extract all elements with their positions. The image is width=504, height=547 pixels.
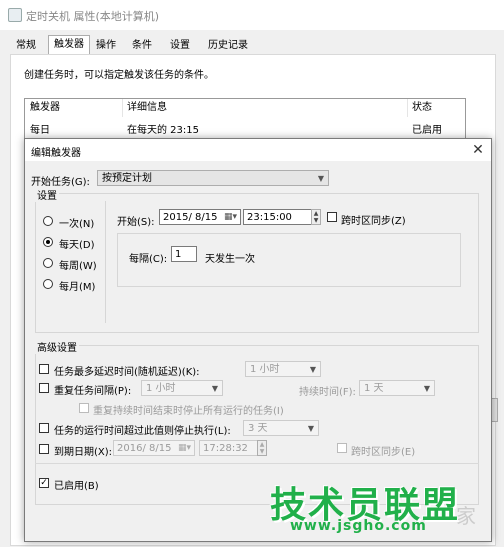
task-scheduler-icon (8, 8, 22, 22)
start-date-value: 2015/ 8/15 (163, 212, 218, 223)
repeat-checkbox[interactable] (39, 383, 49, 393)
expire-time-field[interactable]: 17:28:32 (199, 440, 263, 456)
dialog-titlebar: 编辑触发器 ✕ (25, 139, 491, 161)
watermark-url: www.jsgho.com (290, 518, 427, 534)
column-header-details[interactable]: 详细信息 (122, 99, 408, 117)
start-label: 开始(S): (117, 217, 155, 228)
radio-button-selected[interactable] (43, 237, 53, 247)
duration-value: 1 天 (364, 383, 384, 394)
sync-timezone-label: 跨时区同步(Z) (341, 216, 406, 227)
expire-date-picker[interactable]: 2016/ 8/15 ▦▾ (113, 440, 195, 456)
table-cell-details[interactable]: 在每天的 23:15 (122, 121, 199, 136)
expire-date-value: 2016/ 8/15 (117, 443, 172, 454)
time-stepper[interactable]: ▲ ▼ (257, 440, 267, 456)
tab-conditions[interactable]: 条件 (126, 36, 158, 55)
expire-checkbox[interactable] (39, 444, 49, 454)
chevron-down-icon: ▼ (317, 174, 324, 183)
delay-checkbox[interactable] (39, 364, 49, 374)
duration-dropdown[interactable]: 1 天 ▼ (359, 380, 435, 396)
column-header-status[interactable]: 状态 (407, 99, 464, 117)
tab-triggers[interactable]: 触发器 (48, 35, 90, 54)
divider (105, 201, 106, 323)
expire-sync-checkbox[interactable] (337, 443, 347, 453)
repeat-interval-dropdown[interactable]: 1 小时 ▼ (141, 380, 223, 396)
delay-label: 任务最多延迟时间(随机延迟)(K): (54, 367, 200, 378)
start-date-picker[interactable]: 2015/ 8/15 ▦▾ (159, 209, 241, 225)
settings-legend: 设置 (35, 187, 59, 202)
calendar-icon[interactable]: ▦▾ (178, 441, 191, 456)
table-cell-trigger[interactable]: 每日 (25, 121, 50, 136)
calendar-icon[interactable]: ▦▾ (224, 210, 237, 225)
dialog-title: 编辑触发器 (31, 148, 81, 159)
radio-once-label: 一次(N) (59, 219, 95, 230)
duration-label: 持续时间(F): (299, 387, 356, 398)
time-stepper[interactable]: ▲ ▼ (311, 209, 321, 225)
watermark-tail: 家 (456, 504, 476, 528)
begin-task-value: 按预定计划 (102, 173, 152, 184)
tab-strip: 常规 触发器 操作 条件 设置 历史记录 (10, 35, 310, 55)
start-time-field[interactable]: 23:15:00 (243, 209, 319, 225)
tab-actions[interactable]: 操作 (90, 36, 122, 55)
enabled-checkbox[interactable]: ✓ (39, 478, 49, 488)
radio-weekly-label: 每周(W) (59, 261, 97, 272)
expire-sync-label: 跨时区同步(E) (351, 447, 416, 458)
tab-general[interactable]: 常规 (10, 36, 42, 55)
stop-longer-label: 任务的运行时间超过此值则停止执行(L): (54, 426, 231, 437)
recur-label: 每隔(C): (129, 254, 168, 265)
tab-settings[interactable]: 设置 (164, 36, 196, 55)
recur-interval-input[interactable]: 1 (171, 246, 197, 262)
stop-longer-checkbox[interactable] (39, 423, 49, 433)
recur-suffix-label: 天发生一次 (205, 254, 255, 265)
radio-daily-label: 每天(D) (59, 240, 95, 251)
sync-timezone-checkbox[interactable] (327, 212, 337, 222)
delay-value: 1 小时 (250, 364, 280, 375)
enabled-label: 已启用(B) (54, 481, 99, 492)
stop-longer-value: 3 天 (248, 423, 268, 434)
radio-monthly-label: 每月(M) (59, 282, 96, 293)
recurrence-group (117, 233, 461, 287)
column-header-trigger[interactable]: 触发器 (25, 99, 123, 117)
expire-label: 到期日期(X): (54, 447, 113, 458)
triggers-description: 创建任务时，可以指定触发该任务的条件。 (24, 70, 214, 81)
window-titlebar: 定时关机 属性(本地计算机) (0, 0, 504, 30)
radio-button[interactable] (43, 258, 53, 268)
window-title: 定时关机 属性(本地计算机) (26, 10, 160, 23)
table-cell-status[interactable]: 已启用 (407, 121, 442, 136)
close-icon[interactable]: ✕ (469, 141, 487, 159)
chevron-down-icon: ▼ (307, 424, 314, 433)
radio-button[interactable] (43, 216, 53, 226)
tab-history[interactable]: 历史记录 (202, 36, 254, 55)
advanced-legend: 高级设置 (35, 339, 79, 354)
repeat-interval-value: 1 小时 (146, 383, 176, 394)
begin-task-label: 开始任务(G): (31, 177, 90, 188)
chevron-down-icon: ▼ (309, 365, 316, 374)
stop-all-label: 重复持续时间结束时停止所有运行的任务(I) (93, 406, 284, 417)
stop-all-checkbox[interactable] (79, 403, 89, 413)
radio-button[interactable] (43, 279, 53, 289)
delay-dropdown[interactable]: 1 小时 ▼ (245, 361, 321, 377)
repeat-label: 重复任务间隔(P): (54, 386, 132, 397)
divider (35, 463, 479, 464)
stop-longer-dropdown[interactable]: 3 天 ▼ (243, 420, 319, 436)
chevron-down-icon: ▼ (211, 384, 218, 393)
begin-task-dropdown[interactable]: 按预定计划 ▼ (97, 170, 329, 186)
chevron-down-icon: ▼ (423, 384, 430, 393)
